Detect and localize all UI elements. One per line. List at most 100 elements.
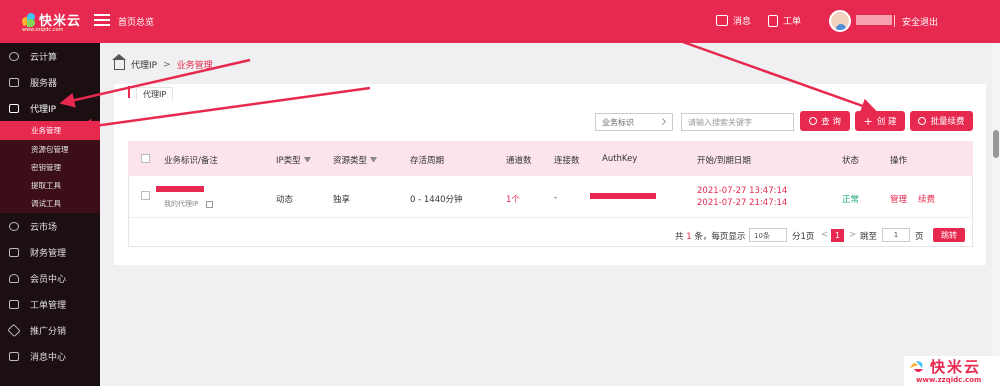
home-icon[interactable] [112, 53, 126, 70]
row-status: 正常 [842, 195, 860, 205]
scrollbar-track[interactable] [992, 43, 1000, 386]
header-dates: 开始/到期日期 [697, 156, 751, 166]
watermark-logo-icon [908, 359, 926, 375]
breadcrumb-parent[interactable]: 代理IP [131, 58, 157, 71]
row-checkbox[interactable] [141, 191, 150, 200]
header-authkey: AuthKey [602, 154, 638, 164]
jump-label: 跳至 [860, 232, 878, 242]
sidebar-item-cloud-compute[interactable]: 云计算 [0, 43, 100, 69]
username-redacted[interactable] [856, 15, 892, 25]
sidebar-sub-extract-tool[interactable]: 提取工具 [0, 176, 100, 195]
search-field-select[interactable]: 业务标识 [595, 113, 673, 131]
sidebar-item-promotion[interactable]: 推广分销 [0, 317, 100, 343]
row-connections: - [554, 193, 558, 203]
search-input[interactable]: 请输入搜索关键字 [681, 113, 794, 131]
row-channels[interactable]: 1个 [506, 193, 520, 205]
tickets-label: 工单 [783, 17, 802, 27]
pager-total-count: 1 [686, 232, 692, 242]
create-button[interactable]: + 创 建 [855, 111, 905, 131]
header-status: 状态 [842, 156, 860, 166]
tab-accent [128, 86, 130, 98]
server-icon [9, 77, 19, 87]
current-page-button[interactable]: 1 [831, 229, 844, 242]
row-lifetime: 0 - 1440分钟 [410, 195, 463, 205]
sidebar-item-tickets[interactable]: 工单管理 [0, 291, 100, 317]
avatar[interactable] [829, 10, 851, 32]
prev-page-icon[interactable]: < [821, 230, 828, 240]
batch-renew-label: 批量续费 [930, 117, 965, 127]
logo-subtitle: www.zzqidc.com [22, 27, 64, 33]
ticket-icon [768, 14, 778, 27]
pager-pages: 分1页 [792, 232, 815, 242]
sidebar-item-label: 服务器 [30, 78, 58, 89]
header-ip-type-label: IP类型 [276, 156, 301, 166]
header-ip-type[interactable]: IP类型 [276, 154, 311, 166]
breadcrumb-current: 业务管理 [176, 61, 213, 71]
cloud-icon [9, 51, 19, 61]
header-business-id: 业务标识/备注 [164, 156, 218, 166]
jump-button[interactable]: 跳转 [933, 228, 965, 242]
row-start-date: 2021-07-27 13:47:14 [697, 186, 788, 196]
sidebar-item-server[interactable]: 服务器 [0, 69, 100, 95]
jump-page-input[interactable]: 1 [882, 228, 910, 242]
row-resource-type: 独享 [333, 195, 351, 205]
logo-icon [20, 12, 36, 27]
renew-icon [918, 117, 927, 125]
sidebar-item-cloud-market[interactable]: 云市场 [0, 213, 100, 239]
sidebar-item-label: 工单管理 [30, 300, 67, 311]
row-manage-link[interactable]: 管理 [890, 193, 907, 205]
home-overview-link[interactable]: 首页总览 [118, 15, 154, 28]
pager-total: 共 1 条，每页显示 [675, 230, 745, 242]
row-remark: 我的代理IP [164, 199, 213, 209]
sidebar-item-member[interactable]: 会员中心 [0, 265, 100, 291]
sidebar-sub-debug-tool[interactable]: 调试工具 [0, 194, 100, 213]
tab-strip [114, 84, 986, 100]
sidebar-item-label: 云市场 [30, 222, 58, 233]
scrollbar-thumb[interactable] [993, 130, 999, 158]
finance-icon [9, 247, 19, 257]
authkey-redacted [590, 193, 656, 199]
create-label: 创 建 [876, 117, 897, 127]
row-ip-type: 动态 [276, 195, 294, 205]
messages-link[interactable]: 消息 [716, 14, 751, 27]
market-icon [9, 221, 19, 231]
header-resource-type[interactable]: 资源类型 [333, 154, 378, 166]
share-icon [7, 323, 21, 337]
filter-icon[interactable] [370, 157, 378, 164]
sidebar-item-label: 会员中心 [30, 274, 67, 285]
row-end-date: 2021-07-27 21:47:14 [697, 198, 788, 208]
tab-proxy-ip[interactable]: 代理IP [136, 87, 174, 101]
select-all-checkbox[interactable] [141, 154, 150, 163]
next-page-icon[interactable]: > [849, 230, 856, 240]
search-icon [809, 117, 818, 125]
sidebar-sub-resource-pack[interactable]: 资源包管理 [0, 140, 100, 159]
pager-total-prefix: 共 [675, 232, 684, 242]
row-renew-link[interactable]: 续费 [918, 193, 935, 205]
menu-toggle-icon[interactable] [94, 14, 110, 26]
edit-icon[interactable] [205, 200, 213, 208]
chat-icon [9, 351, 19, 361]
header-connections: 连接数 [554, 156, 580, 166]
query-label: 查 询 [821, 117, 841, 127]
row-remark-text: 我的代理IP [164, 200, 199, 208]
pager-total-suffix: 条，每页显示 [694, 232, 746, 242]
query-button[interactable]: 查 询 [800, 111, 850, 131]
header-lifetime: 存活周期 [410, 156, 445, 166]
plus-icon: + [863, 114, 873, 128]
batch-renew-button[interactable]: 批量续费 [910, 111, 973, 131]
business-id-redacted [156, 186, 204, 192]
sidebar-sub-business-manage[interactable]: 业务管理 [0, 121, 100, 140]
sidebar-item-message-center[interactable]: 消息中心 [0, 343, 100, 369]
header-channels: 通道数 [506, 156, 532, 166]
sidebar-sub-key-manage[interactable]: 密钥管理 [0, 158, 100, 177]
clipboard-icon [9, 299, 19, 309]
top-divider [894, 15, 895, 27]
filter-icon[interactable] [303, 157, 311, 164]
logout-link[interactable]: 安全退出 [902, 15, 938, 28]
sidebar-item-finance[interactable]: 财务管理 [0, 239, 100, 265]
sidebar-item-proxy-ip[interactable]: 代理IP [0, 95, 100, 121]
header-resource-type-label: 资源类型 [333, 156, 368, 166]
tickets-link[interactable]: 工单 [768, 14, 801, 27]
page-size-select[interactable]: 10条 [749, 228, 787, 242]
sidebar-item-label: 消息中心 [30, 352, 67, 363]
